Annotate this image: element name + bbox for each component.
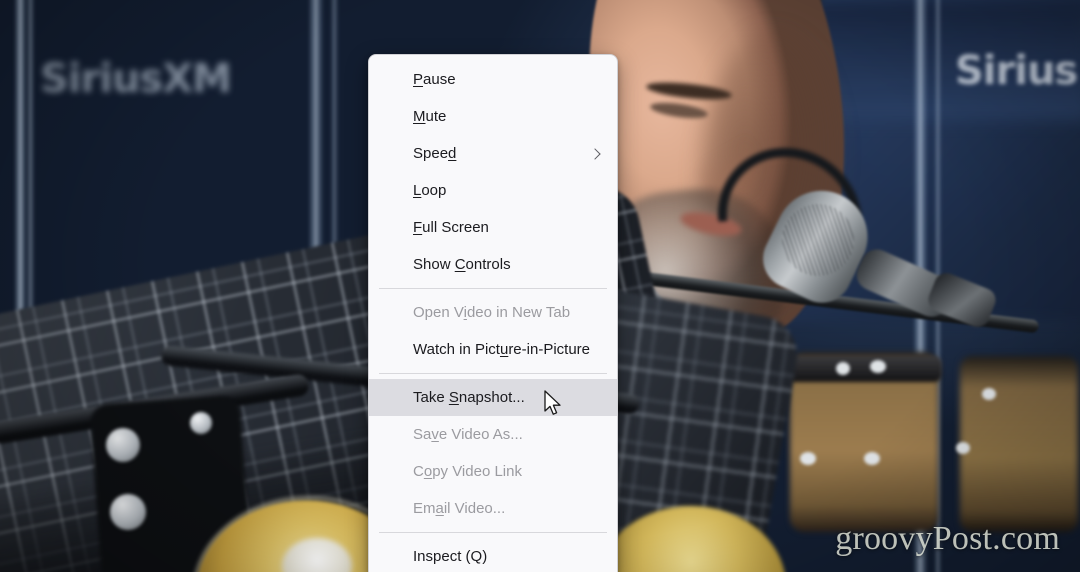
menu-separator: [379, 288, 607, 289]
menu-item-label: Copy Video Link: [413, 463, 522, 480]
menu-item-speed[interactable]: Speed: [369, 135, 617, 172]
watermark: groovyPost.com: [835, 520, 1060, 557]
drum-lug: [982, 388, 996, 400]
drum-lug: [864, 452, 880, 465]
menu-item-label: Loop: [413, 182, 447, 199]
chevron-right-icon: [589, 147, 603, 161]
menu-item-loop[interactable]: Loop: [369, 172, 617, 209]
menu-item-watch-in-picture-in-picture[interactable]: Watch in Picture-in-Picture: [369, 331, 617, 368]
menu-item-save-video-as: Save Video As...: [369, 416, 617, 453]
menu-item-label: Open Video in New Tab: [413, 304, 571, 321]
menu-item-label: Pause: [413, 71, 456, 88]
menu-item-label: Watch in Picture-in-Picture: [413, 341, 590, 358]
menu-item-pause[interactable]: Pause: [369, 61, 617, 98]
drum-lug: [870, 360, 886, 373]
drum-lug: [800, 452, 816, 465]
menu-item-take-snapshot[interactable]: Take Snapshot...: [369, 379, 617, 416]
menu-item-label: Full Screen: [413, 219, 489, 236]
menu-item-open-video-in-new-tab: Open Video in New Tab: [369, 294, 617, 331]
menu-item-show-controls[interactable]: Show Controls: [369, 246, 617, 283]
menu-item-label: Save Video As...: [413, 426, 523, 443]
drum-rim: [786, 356, 942, 382]
mic-stand-knob: [190, 412, 212, 434]
menu-item-mute[interactable]: Mute: [369, 98, 617, 135]
siriusxm-sign-left: SiriusXM: [40, 56, 232, 102]
drum-lug: [956, 442, 970, 454]
menu-item-label: Email Video...: [413, 500, 506, 517]
drum-floor-tom: [960, 356, 1078, 532]
menu-item-email-video: Email Video...: [369, 490, 617, 527]
menu-item-label: Speed: [413, 145, 457, 162]
menu-item-label: Inspect (Q): [413, 548, 488, 565]
browser-video-viewport: SiriusXM Sirius groovyPost.com Pause Mut…: [0, 0, 1080, 572]
menu-item-label: Mute: [413, 108, 447, 125]
mic-stand-knob: [110, 494, 146, 530]
menu-item-copy-video-link: Copy Video Link: [369, 453, 617, 490]
video-context-menu[interactable]: Pause Mute Speed Loop Full Screen Show Contro…: [368, 54, 618, 572]
siriusxm-sign-right: Sirius: [955, 48, 1078, 94]
mic-stand-knob: [106, 428, 140, 462]
menu-item-inspect[interactable]: Inspect (Q): [369, 538, 617, 572]
menu-item-full-screen[interactable]: Full Screen: [369, 209, 617, 246]
menu-separator: [379, 532, 607, 533]
menu-separator: [379, 373, 607, 374]
menu-item-label: Show Controls: [413, 256, 511, 273]
drum-lug: [836, 362, 850, 375]
menu-item-label: Take Snapshot...: [413, 389, 525, 406]
